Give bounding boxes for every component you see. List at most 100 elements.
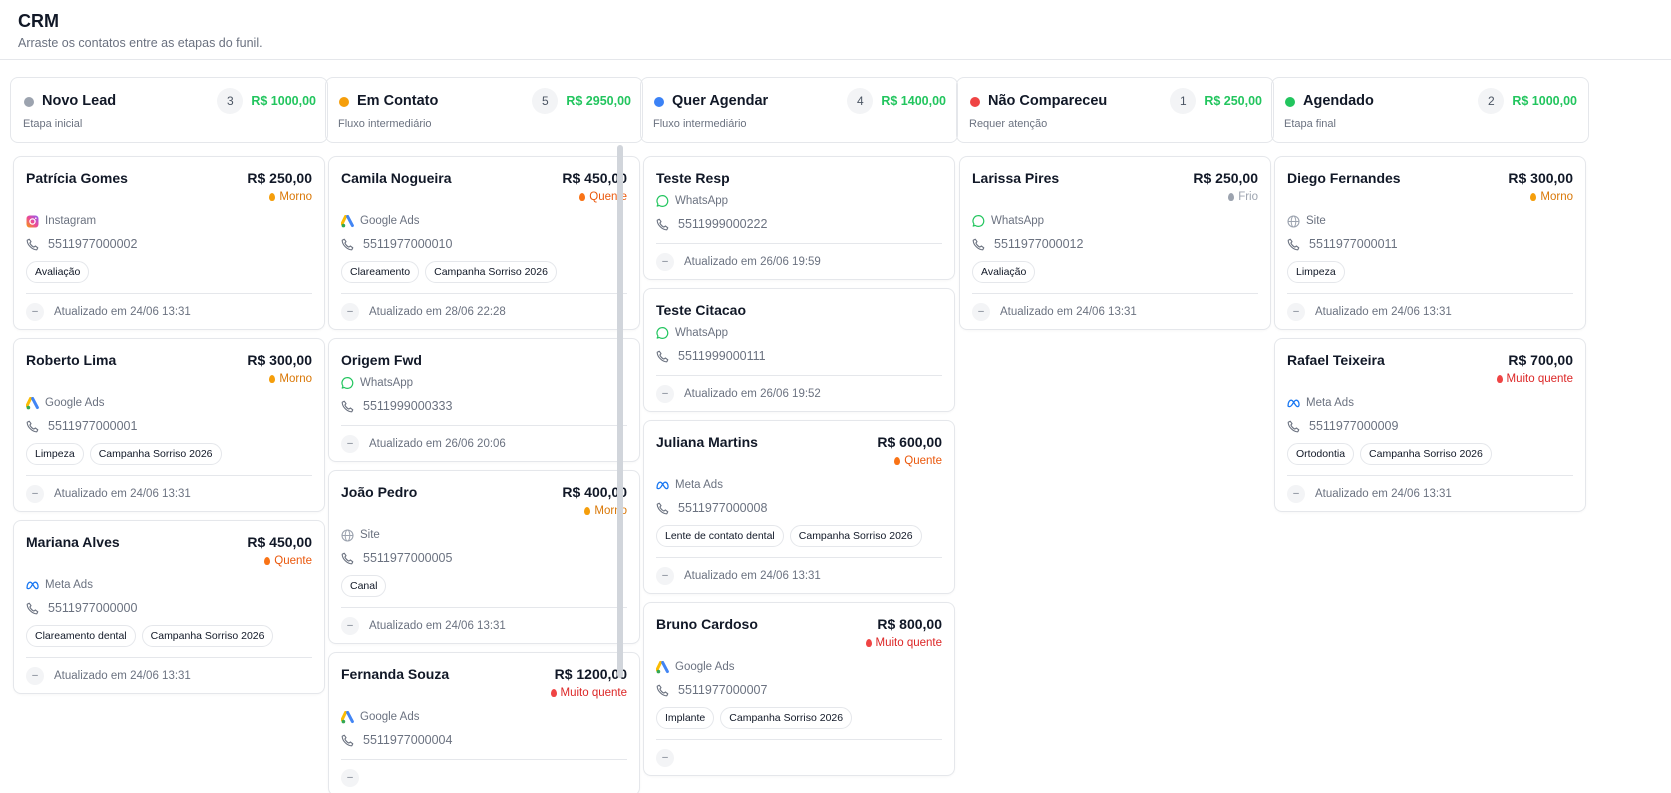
assignee-avatar[interactable]: – — [341, 434, 359, 453]
contact-card[interactable]: João Pedro R$ 400,00 Morno Site 551197700000… — [328, 470, 640, 644]
updated-timestamp: Atualizado em 24/06 13:31 — [54, 487, 191, 500]
contact-card[interactable]: Juliana Martins R$ 600,00 Quente Meta Ads 55… — [643, 420, 955, 594]
tag-list: Clareamento dental Campanha Sorriso 2026 — [26, 625, 312, 647]
tag-chip[interactable]: Avaliação — [972, 261, 1036, 283]
tag-chip[interactable]: Clareamento — [341, 261, 420, 283]
temperature-badge: Quente — [656, 455, 942, 467]
tag-list: Ortodontia Campanha Sorriso 2026 — [1287, 443, 1573, 465]
origin-label: Google Ads — [360, 711, 420, 723]
contact-card[interactable]: Roberto Lima R$ 300,00 Morno Google Ads 5511… — [13, 338, 325, 512]
tag-list: Limpeza Campanha Sorriso 2026 — [26, 443, 312, 465]
contact-phone: 5511977000012 — [972, 235, 1258, 253]
contact-card[interactable]: Mariana Alves R$ 450,00 Quente Meta Ads 5511… — [13, 520, 325, 694]
assignee-avatar[interactable]: – — [656, 252, 674, 271]
temperature-label: Morno — [279, 373, 312, 385]
column-scrollbar[interactable] — [617, 145, 623, 678]
tag-chip[interactable]: Implante — [656, 707, 715, 729]
tag-chip[interactable]: Limpeza — [1287, 261, 1345, 283]
assignee-avatar[interactable]: – — [656, 748, 674, 767]
whatsapp-icon — [656, 327, 669, 340]
flame-icon — [269, 375, 276, 383]
temperature-badge: Quente — [341, 191, 627, 203]
card-footer: – — [656, 739, 942, 775]
google-ads-icon — [341, 214, 354, 228]
temperature-label: Muito quente — [875, 637, 943, 649]
assignee-avatar[interactable]: – — [341, 302, 359, 321]
temperature-label: Quente — [274, 555, 312, 567]
phone-icon — [26, 238, 39, 251]
stage-column: Em Contato Fluxo intermediário 5 R$ 2950,00… — [325, 77, 643, 793]
contact-card[interactable]: Rafael Teixeira R$ 700,00 Muito quente Meta… — [1274, 338, 1586, 512]
contact-card[interactable]: Teste Resp WhatsApp 5511999000222 – Atualiza… — [643, 156, 955, 280]
updated-timestamp: Atualizado em 24/06 13:31 — [1315, 487, 1452, 500]
tag-chip[interactable]: Avaliação — [26, 261, 90, 283]
assignee-avatar[interactable]: – — [341, 616, 359, 635]
deal-value: R$ 600,00 — [877, 434, 942, 450]
assignee-avatar[interactable]: – — [1287, 484, 1305, 503]
tag-chip[interactable]: Campanha Sorriso 2026 — [1360, 443, 1492, 465]
stage-count-badge: 3 — [217, 88, 244, 114]
stage-meta: 1 R$ 250,00 — [1170, 88, 1262, 114]
whatsapp-icon — [656, 195, 669, 208]
tag-chip[interactable]: Campanha Sorriso 2026 — [89, 443, 222, 465]
tag-list: Canal — [341, 575, 627, 597]
updated-timestamp: Atualizado em 24/06 13:31 — [369, 619, 506, 632]
tag-chip[interactable]: Canal — [341, 575, 387, 597]
contact-name: Rafael Teixeira — [1287, 352, 1385, 368]
card-top-row: Juliana Martins R$ 600,00 — [656, 433, 942, 451]
contact-card[interactable]: Fernanda Souza R$ 1200,00 Muito quente Goog… — [328, 652, 640, 793]
deal-value: R$ 250,00 — [247, 170, 312, 186]
phone-number: 5511977000007 — [678, 683, 768, 697]
updated-timestamp: Atualizado em 24/06 13:31 — [1000, 305, 1137, 318]
kanban-board: Novo Lead Etapa inicial 3 R$ 1000,00 Patríci… — [10, 77, 1671, 793]
lead-origin: Meta Ads — [1287, 395, 1573, 411]
tag-list: Lente de contato dental Campanha Sorriso … — [656, 525, 942, 547]
contact-card[interactable]: Origem Fwd WhatsApp 5511999000333 – Atualiza… — [328, 338, 640, 462]
contact-card[interactable]: Teste Citacao WhatsApp 5511999000111 – Atual… — [643, 288, 955, 412]
contact-card[interactable]: Diego Fernandes R$ 300,00 Morno Site 5511977… — [1274, 156, 1586, 330]
card-top-row: Patrícia Gomes R$ 250,00 — [26, 169, 312, 187]
phone-icon — [341, 734, 354, 747]
temperature-badge: Morno — [341, 505, 627, 517]
contact-name: Teste Citacao — [656, 302, 746, 318]
stage-column: Quer Agendar Fluxo intermediário 4 R$ 1400,… — [640, 77, 958, 776]
tag-chip[interactable]: Ortodontia — [1287, 443, 1355, 465]
card-top-row: Origem Fwd — [341, 351, 627, 369]
assignee-avatar[interactable]: – — [656, 384, 674, 403]
stage-header: Em Contato Fluxo intermediário 5 R$ 2950,00 — [325, 77, 643, 143]
assignee-avatar[interactable]: – — [26, 302, 44, 321]
origin-label: WhatsApp — [360, 377, 414, 389]
meta-icon — [656, 479, 669, 492]
assignee-avatar[interactable]: – — [26, 484, 44, 503]
contact-card[interactable]: Patrícia Gomes R$ 250,00 Morno Instagram 551… — [13, 156, 325, 330]
meta-icon — [26, 579, 39, 592]
tag-chip[interactable]: Campanha Sorriso 2026 — [425, 261, 557, 283]
contact-card[interactable]: Bruno Cardoso R$ 800,00 Muito quente Google… — [643, 602, 955, 776]
updated-timestamp: Atualizado em 24/06 13:31 — [54, 669, 191, 682]
tag-chip[interactable]: Clareamento dental — [26, 625, 136, 647]
assignee-avatar[interactable]: – — [972, 302, 990, 321]
deal-value: R$ 700,00 — [1508, 352, 1573, 368]
contact-name: Teste Resp — [656, 170, 730, 186]
assignee-avatar[interactable]: – — [1287, 302, 1305, 321]
assignee-avatar[interactable]: – — [656, 566, 674, 585]
phone-number: 5511977000010 — [363, 237, 453, 251]
tag-list: Limpeza — [1287, 261, 1573, 283]
contact-name: Larissa Pires — [972, 170, 1060, 186]
temperature-badge: Morno — [26, 191, 312, 203]
contact-card[interactable]: Camila Nogueira R$ 450,00 Quente Google Ads… — [328, 156, 640, 330]
phone-number: 5511977000005 — [363, 551, 453, 565]
stage-meta: 2 R$ 1000,00 — [1478, 88, 1577, 114]
stage-cards: Larissa Pires R$ 250,00 Frio WhatsApp 551197… — [959, 156, 1271, 338]
card-footer: – Atualizado em 24/06 13:31 — [1287, 293, 1573, 329]
tag-chip[interactable]: Limpeza — [26, 443, 84, 465]
tag-chip[interactable]: Campanha Sorriso 2026 — [141, 625, 274, 647]
tag-chip[interactable]: Lente de contato dental — [656, 525, 784, 547]
tag-chip[interactable]: Campanha Sorriso 2026 — [720, 707, 853, 729]
contact-card[interactable]: Larissa Pires R$ 250,00 Frio WhatsApp 551197… — [959, 156, 1271, 330]
assignee-avatar[interactable]: – — [341, 768, 359, 787]
tag-chip[interactable]: Campanha Sorriso 2026 — [789, 525, 922, 547]
assignee-avatar[interactable]: – — [26, 666, 44, 685]
origin-label: Google Ads — [360, 215, 420, 227]
stage-title: Quer Agendar — [672, 93, 769, 109]
